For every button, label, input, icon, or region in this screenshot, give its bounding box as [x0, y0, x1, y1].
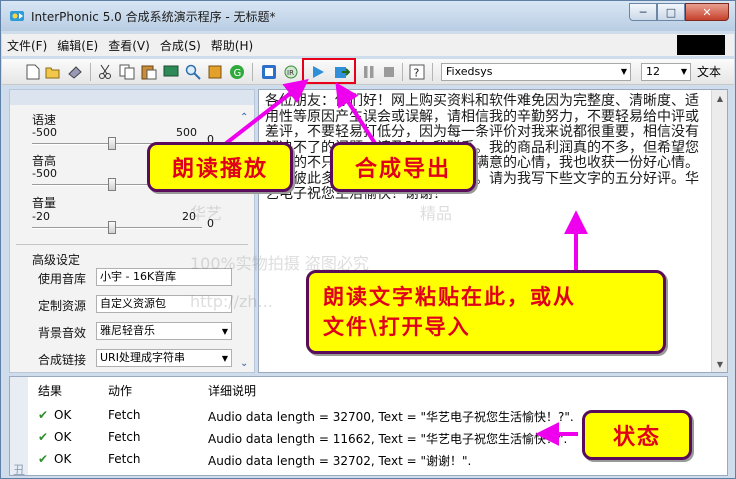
callout-play: 朗读播放 — [147, 142, 293, 192]
callout-paste-line1: 朗读文字粘贴在此，或从 — [323, 284, 576, 309]
annotation-arrows — [218, 79, 588, 446]
callout-export: 合成导出 — [330, 142, 476, 192]
callout-paste: 朗读文字粘贴在此，或从 文件\打开导入 — [306, 270, 666, 354]
callout-status: 状态 — [582, 410, 692, 460]
callout-paste-line2: 文件\打开导入 — [323, 314, 471, 339]
